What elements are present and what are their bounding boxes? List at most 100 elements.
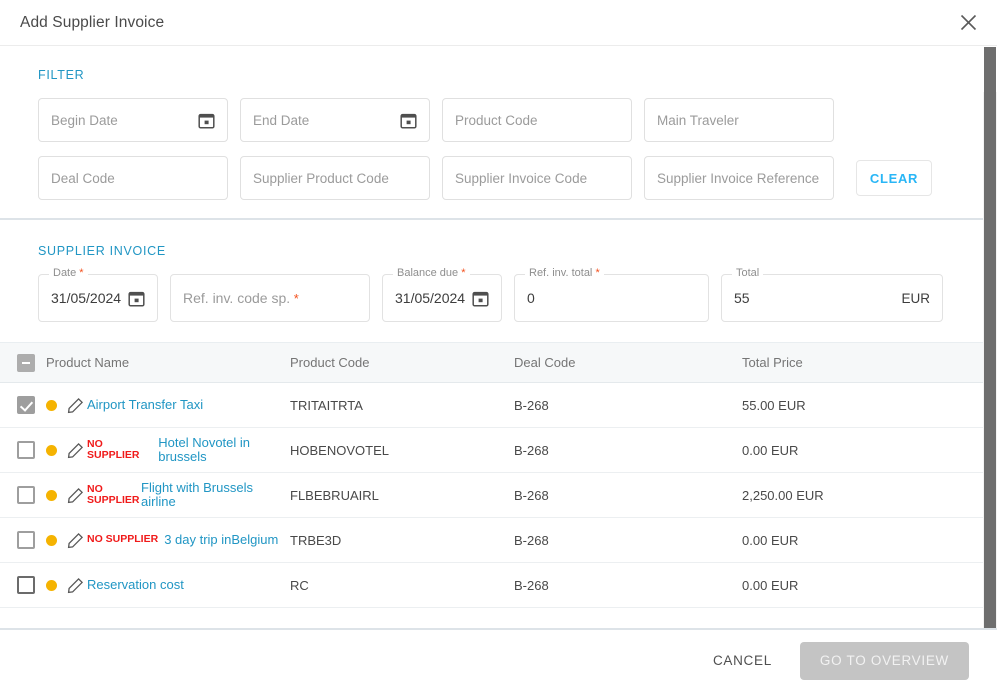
product-name-link[interactable]: Hotel Novotel in brussels bbox=[158, 436, 290, 464]
no-supplier-badge: NO SUPPLIER bbox=[87, 437, 140, 461]
filter-row-2: Deal Code Supplier Product Code Supplier… bbox=[38, 156, 983, 200]
supplier-product-code-input[interactable]: Supplier Product Code bbox=[240, 156, 430, 200]
begin-date-placeholder: Begin Date bbox=[51, 112, 118, 128]
table-row[interactable]: Reservation cost RC B-268 0.00 EUR bbox=[0, 563, 983, 608]
ref-invoice-total-field[interactable]: Ref. inv. total * 0 bbox=[514, 267, 709, 322]
total-currency: EUR bbox=[901, 290, 930, 306]
checkbox-indeterminate-icon bbox=[17, 353, 35, 372]
page-title: Add Supplier Invoice bbox=[20, 13, 165, 31]
product-code-cell: RC bbox=[290, 577, 309, 593]
row-checkbox[interactable] bbox=[0, 531, 46, 549]
deal-code-cell: B-268 bbox=[514, 397, 549, 413]
column-header-product-code[interactable]: Product Code bbox=[290, 355, 514, 370]
product-name-wrap: NO SUPPLIER Flight with Brussels airline bbox=[87, 481, 290, 509]
filter-section-label: FILTER bbox=[38, 68, 85, 82]
scrollbar-thumb[interactable] bbox=[984, 47, 996, 645]
total-value: 55 bbox=[734, 290, 750, 306]
product-code-cell: FLBEBRUAIRL bbox=[290, 487, 379, 503]
status-dot-icon bbox=[46, 399, 57, 411]
calendar-icon[interactable] bbox=[128, 290, 145, 307]
calendar-icon[interactable] bbox=[472, 290, 489, 307]
total-field[interactable]: Total 55 EUR bbox=[721, 267, 943, 322]
clear-button[interactable]: CLEAR bbox=[856, 160, 932, 196]
invoice-date-label: Date * bbox=[49, 267, 88, 279]
column-header-product-name[interactable]: Product Name bbox=[46, 355, 290, 370]
balance-due-label: Balance due * bbox=[393, 267, 470, 279]
deal-code-filter-placeholder: Deal Code bbox=[51, 170, 115, 186]
total-price-cell: 55.00 EUR bbox=[742, 398, 983, 413]
end-date-input[interactable]: End Date bbox=[240, 98, 430, 142]
table-row[interactable]: NO SUPPLIER Flight with Brussels airline… bbox=[0, 473, 983, 518]
edit-pencil-icon[interactable] bbox=[67, 397, 84, 414]
balance-due-field[interactable]: Balance due * 31/05/2024 bbox=[382, 267, 502, 322]
product-table: Product Name Product Code Deal Code Tota… bbox=[0, 342, 983, 608]
row-checkbox[interactable] bbox=[0, 576, 46, 594]
table-row[interactable]: Airport Transfer Taxi TRITAITRTA B-268 5… bbox=[0, 383, 983, 428]
balance-due-value: 31/05/2024 bbox=[395, 290, 466, 306]
scroll-content: FILTER Begin Date End Date Product Code … bbox=[0, 46, 983, 628]
total-price-currency: EUR bbox=[770, 577, 799, 593]
product-name-link[interactable]: Flight with Brussels airline bbox=[141, 481, 261, 509]
table-header-row: Product Name Product Code Deal Code Tota… bbox=[0, 343, 983, 383]
total-price-currency: EUR bbox=[770, 532, 799, 548]
total-label: Total bbox=[732, 267, 764, 279]
total-price-value: 0.00 bbox=[742, 442, 768, 458]
ref-invoice-total-value: 0 bbox=[527, 290, 535, 306]
product-name-wrap: NO SUPPLIER Hotel Novotel in brussels bbox=[87, 436, 290, 464]
total-price-cell: 0.00 EUR bbox=[742, 443, 983, 458]
product-name-cell: NO SUPPLIER 3 day trip inBelgium bbox=[46, 532, 290, 549]
row-checkbox[interactable] bbox=[0, 441, 46, 459]
product-name-cell: NO SUPPLIER Flight with Brussels airline bbox=[46, 481, 290, 509]
table-row[interactable]: NO SUPPLIER Hotel Novotel in brussels HO… bbox=[0, 428, 983, 473]
calendar-icon[interactable] bbox=[400, 112, 417, 129]
cancel-button[interactable]: CANCEL bbox=[699, 643, 786, 678]
edit-pencil-icon[interactable] bbox=[67, 442, 84, 459]
product-name-link[interactable]: Reservation cost bbox=[87, 578, 184, 592]
invoice-date-field[interactable]: Date * 31/05/2024 bbox=[38, 267, 158, 322]
no-supplier-badge: NO SUPPLIER bbox=[87, 533, 159, 546]
product-name-cell: NO SUPPLIER Hotel Novotel in brussels bbox=[46, 436, 290, 464]
table-row[interactable]: NO SUPPLIER 3 day trip inBelgium TRBE3D … bbox=[0, 518, 983, 563]
total-price-currency: EUR bbox=[770, 442, 799, 458]
supplier-invoice-reference-input[interactable]: Supplier Invoice Reference bbox=[644, 156, 834, 200]
product-code-filter-input[interactable]: Product Code bbox=[442, 98, 632, 142]
status-dot-icon bbox=[46, 534, 57, 546]
ref-invoice-total-label: Ref. inv. total * bbox=[525, 267, 604, 279]
go-to-overview-button[interactable]: GO TO OVERVIEW bbox=[799, 641, 969, 680]
dialog-header: Add Supplier Invoice bbox=[0, 0, 997, 46]
deal-code-filter-input[interactable]: Deal Code bbox=[38, 156, 228, 200]
total-price-cell: 2,250.00 EUR bbox=[742, 488, 983, 503]
close-icon[interactable] bbox=[953, 8, 983, 38]
edit-pencil-icon[interactable] bbox=[67, 532, 84, 549]
supplier-invoice-fields: Date * 31/05/2024 Ref. inv. code sp. * B… bbox=[38, 267, 983, 322]
product-name-link[interactable]: 3 day trip inBelgium bbox=[164, 533, 278, 547]
total-price-currency: EUR bbox=[778, 397, 806, 413]
edit-pencil-icon[interactable] bbox=[67, 487, 84, 504]
filter-section: FILTER Begin Date End Date Product Code … bbox=[0, 46, 983, 218]
calendar-icon[interactable] bbox=[198, 112, 215, 129]
product-code-cell: TRBE3D bbox=[290, 532, 342, 548]
total-price-value: 0.00 bbox=[742, 577, 768, 593]
total-price-currency: EUR bbox=[796, 487, 824, 503]
column-header-deal-code[interactable]: Deal Code bbox=[514, 355, 742, 370]
checkbox-unchecked-icon bbox=[17, 531, 35, 549]
product-name-wrap: Airport Transfer Taxi bbox=[87, 398, 290, 412]
checkbox-checked-icon bbox=[17, 396, 35, 414]
product-name-link[interactable]: Airport Transfer Taxi bbox=[87, 398, 203, 412]
filter-row-1: Begin Date End Date Product Code Main Tr… bbox=[38, 98, 983, 142]
edit-pencil-icon[interactable] bbox=[67, 577, 84, 594]
ref-invoice-code-field[interactable]: Ref. inv. code sp. * bbox=[170, 274, 370, 322]
column-header-total-price[interactable]: Total Price bbox=[742, 355, 983, 370]
product-code-cell: TRITAITRTA bbox=[290, 397, 363, 413]
total-price-cell: 0.00 EUR bbox=[742, 533, 983, 548]
deal-code-cell: B-268 bbox=[514, 532, 549, 548]
supplier-invoice-code-input[interactable]: Supplier Invoice Code bbox=[442, 156, 632, 200]
select-all-checkbox[interactable] bbox=[0, 353, 46, 372]
total-price-value: 0.00 bbox=[742, 532, 768, 548]
begin-date-input[interactable]: Begin Date bbox=[38, 98, 228, 142]
product-name-wrap: Reservation cost bbox=[87, 578, 290, 592]
supplier-invoice-code-placeholder: Supplier Invoice Code bbox=[455, 170, 588, 186]
main-traveler-input[interactable]: Main Traveler bbox=[644, 98, 834, 142]
row-checkbox[interactable] bbox=[0, 486, 46, 504]
row-checkbox[interactable] bbox=[0, 396, 46, 414]
